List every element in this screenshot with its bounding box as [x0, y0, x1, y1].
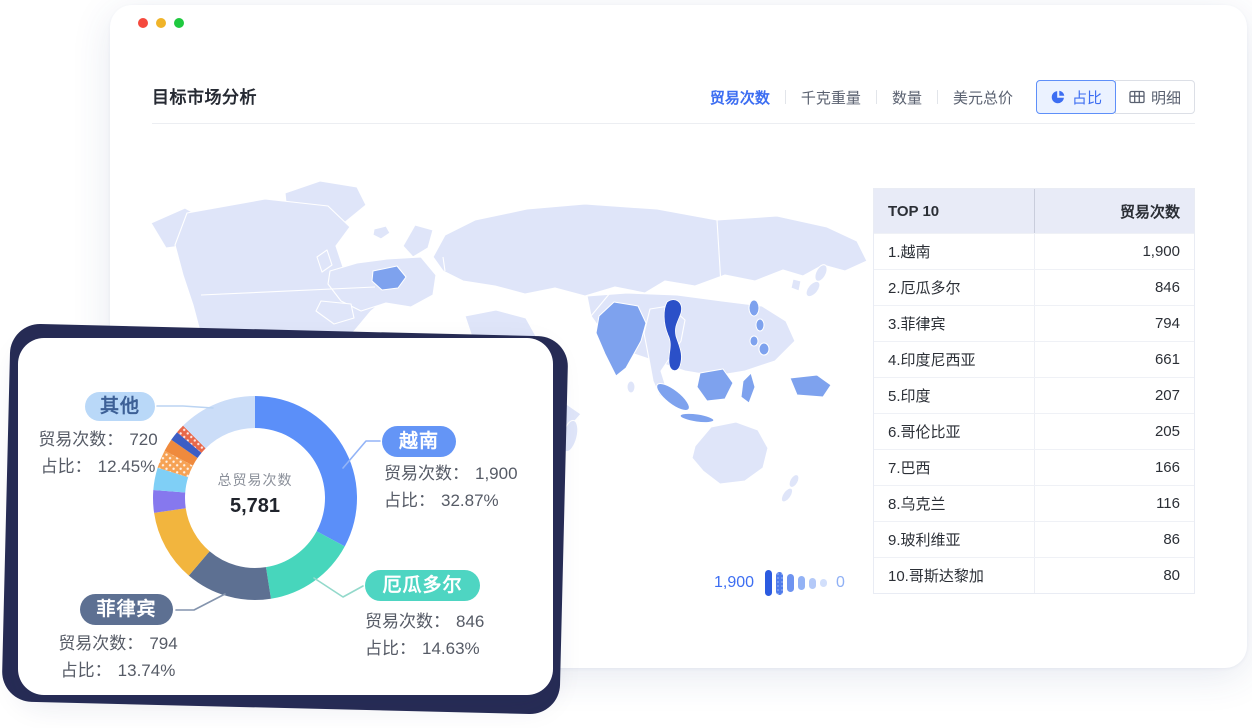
table-cell-country: 6.哥伦比亚: [874, 414, 1034, 449]
legend-max-label: 1,900: [714, 574, 754, 592]
table-cell-value: 207: [1034, 378, 1195, 413]
callout-line-other: [157, 406, 213, 408]
tab-quantity[interactable]: 数量: [892, 87, 922, 108]
table-row: 2.厄瓜多尔846: [874, 269, 1194, 305]
callout-detail-other: 贸易次数：720 占比：12.45%: [18, 426, 178, 480]
metric-tab-bar: 贸易次数 千克重量 数量 美元总价 占比 明细: [710, 77, 1195, 117]
proportion-view-button[interactable]: 占比: [1036, 80, 1116, 114]
table-row: 4.印度尼西亚661: [874, 341, 1194, 377]
donut-chart-card: 总贸易次数 5,781 其他 越南 厄瓜多尔 菲律宾 贸易次数：720 占比：1…: [18, 338, 553, 695]
map-country-new-zealand: [779, 473, 801, 504]
table-cell-value: 116: [1034, 486, 1195, 521]
table-cell-value: 205: [1034, 414, 1195, 449]
total-label: 总贸易次数: [175, 470, 335, 490]
pie-chart-icon: [1050, 89, 1066, 105]
map-legend-bar: [776, 572, 783, 595]
table-cell-value: 80: [1034, 558, 1195, 593]
map-country-india[interactable]: [596, 302, 646, 376]
tab-separator: [937, 90, 938, 104]
callout-detail-ecuador: 贸易次数：846 占比：14.63%: [365, 608, 484, 662]
view-toggle-group: 占比 明细: [1036, 80, 1195, 114]
table-cell-country: 2.厄瓜多尔: [874, 270, 1034, 305]
donut-segment-2[interactable]: [266, 531, 345, 599]
callout-line-philippines: [176, 594, 225, 610]
table-cell-country: 7.巴西: [874, 450, 1034, 485]
tab-usd-total[interactable]: 美元总价: [953, 87, 1013, 108]
map-legend-bar: [820, 579, 827, 587]
map-country-indonesia[interactable]: [653, 369, 831, 424]
legend-min-label: 0: [836, 574, 845, 592]
table-cell-value: 1,900: [1034, 234, 1195, 269]
detail-view-button[interactable]: 明细: [1115, 80, 1195, 114]
map-island: [373, 226, 390, 239]
callout-pill-ecuador: 厄瓜多尔: [365, 570, 480, 601]
callout-pill-other: 其他: [85, 392, 155, 421]
map-region-scandinavia: [403, 225, 433, 257]
tab-trade-count[interactable]: 贸易次数: [710, 87, 770, 108]
table-row: 3.菲律宾794: [874, 305, 1194, 341]
map-legend-bar: [809, 578, 816, 589]
table-header-value: 贸易次数: [1034, 189, 1195, 233]
tab-separator: [785, 90, 786, 104]
callout-pill-philippines: 菲律宾: [80, 594, 173, 625]
page-title: 目标市场分析: [152, 83, 257, 108]
map-country-australia: [692, 422, 768, 484]
top10-table: TOP 10 贸易次数 1.越南1,9002.厄瓜多尔8463.菲律宾7944.…: [873, 188, 1195, 594]
table-header-row: TOP 10 贸易次数: [874, 189, 1194, 233]
zoom-traffic-light[interactable]: [174, 18, 184, 28]
callout-pill-vietnam: 越南: [382, 426, 456, 457]
callout-line-ecuador: [314, 578, 363, 597]
table-cell-country: 9.玻利维亚: [874, 522, 1034, 557]
table-cell-country: 5.印度: [874, 378, 1034, 413]
table-cell-value: 86: [1034, 522, 1195, 557]
map-region-russia-asia: [433, 204, 867, 296]
minimize-traffic-light[interactable]: [156, 18, 166, 28]
table-cell-value: 661: [1034, 342, 1195, 377]
tab-separator: [876, 90, 877, 104]
donut-center-label: 总贸易次数 5,781: [175, 470, 335, 518]
map-scale-legend: 1,900 0: [714, 568, 845, 598]
table-row: 9.玻利维亚86: [874, 521, 1194, 557]
map-country-sri-lanka: [627, 381, 635, 393]
tab-kg-weight[interactable]: 千克重量: [801, 87, 861, 108]
table-header-rank: TOP 10: [874, 189, 1034, 233]
close-traffic-light[interactable]: [138, 18, 148, 28]
total-value: 5,781: [175, 495, 335, 518]
map-legend-bar: [765, 570, 772, 596]
table-cell-country: 3.菲律宾: [874, 306, 1034, 341]
table-cell-value: 794: [1034, 306, 1195, 341]
table-row: 1.越南1,900: [874, 233, 1194, 269]
header-divider: [152, 123, 1195, 124]
table-cell-value: 166: [1034, 450, 1195, 485]
table-row: 10.哥斯达黎加80: [874, 557, 1194, 593]
table-row: 8.乌克兰116: [874, 485, 1194, 521]
map-legend-bar: [787, 574, 794, 592]
table-body: 1.越南1,9002.厄瓜多尔8463.菲律宾7944.印度尼西亚6615.印度…: [874, 233, 1194, 593]
map-country-korea: [791, 279, 801, 291]
map-legend-bar: [798, 576, 805, 590]
table-cell-country: 10.哥斯达黎加: [874, 558, 1034, 593]
table-cell-country: 8.乌克兰: [874, 486, 1034, 521]
table-row: 6.哥伦比亚205: [874, 413, 1194, 449]
table-row: 7.巴西166: [874, 449, 1194, 485]
callout-detail-philippines: 贸易次数：794 占比：13.74%: [38, 630, 198, 684]
table-cell-country: 1.越南: [874, 234, 1034, 269]
table-row: 5.印度207: [874, 377, 1194, 413]
callout-detail-vietnam: 贸易次数：1,900 占比：32.87%: [384, 460, 518, 514]
table-cell-value: 846: [1034, 270, 1195, 305]
table-grid-icon: [1129, 89, 1145, 105]
table-cell-country: 4.印度尼西亚: [874, 342, 1034, 377]
